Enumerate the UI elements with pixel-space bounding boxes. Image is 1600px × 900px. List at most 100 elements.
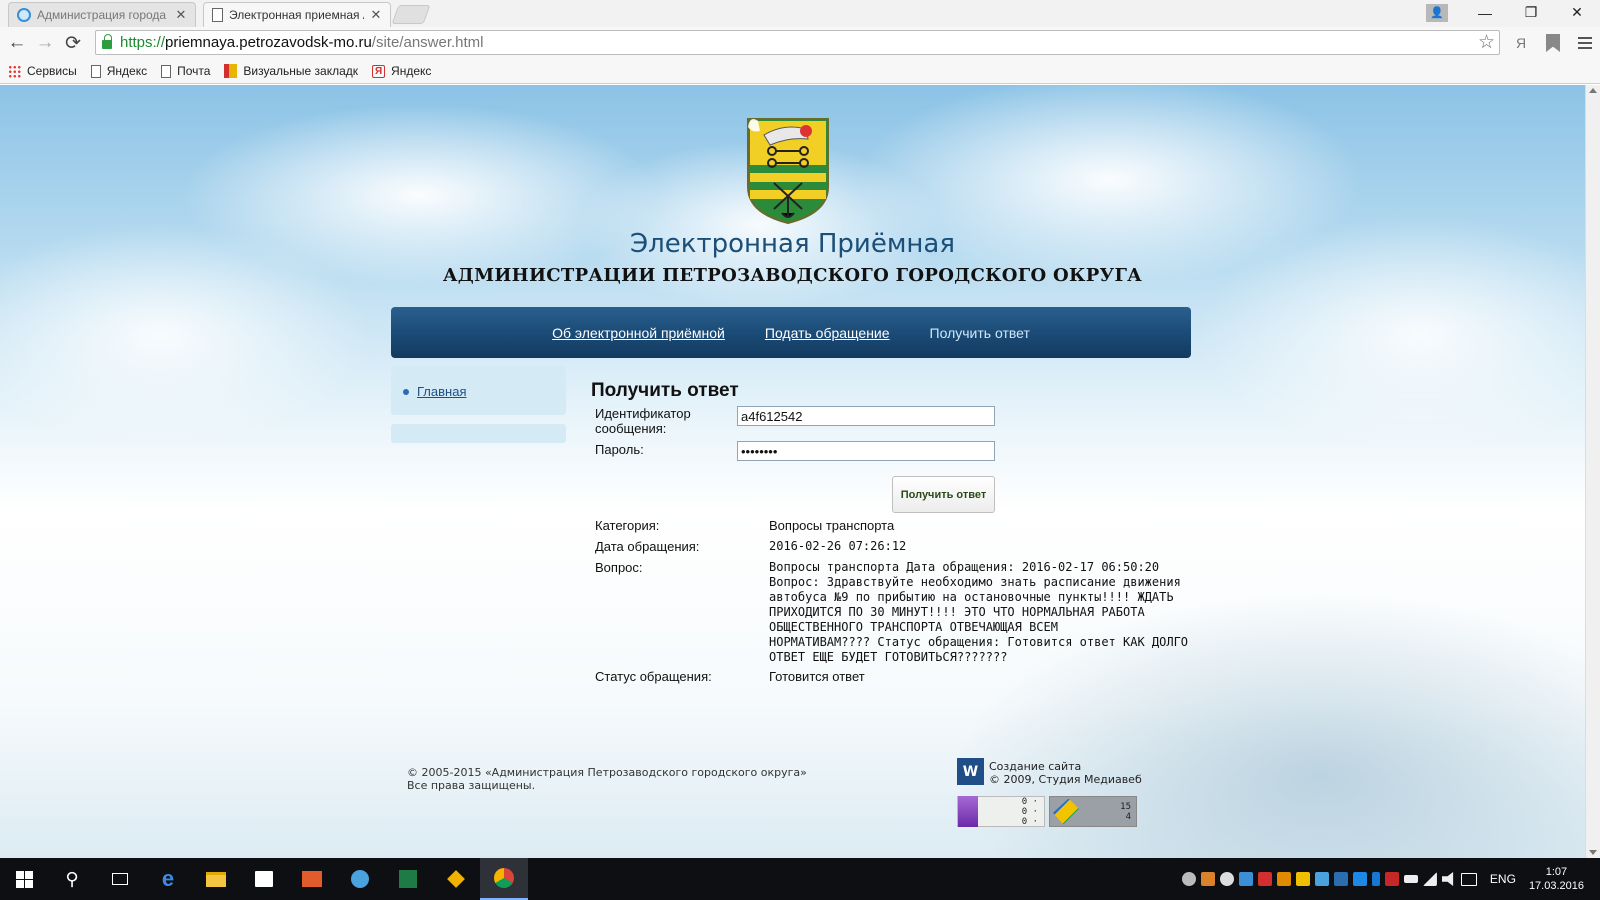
password-label: Пароль: <box>595 442 644 457</box>
scroll-up-icon[interactable] <box>1589 88 1597 93</box>
bookmarks-bar: Сервисы Яндекс Почта Визуальные закладк … <box>0 59 1600 84</box>
task-view-button[interactable] <box>96 858 144 900</box>
studio-credit: Создание сайта © 2009, Студия Медиавеб <box>989 760 1142 786</box>
browser-tab-active[interactable]: Электронная приемная А ✕ <box>203 2 391 27</box>
pen-icon <box>351 870 369 888</box>
battery-icon[interactable] <box>1403 875 1418 883</box>
bookmark-yandex-2[interactable]: Я Яндекс <box>372 64 431 78</box>
liveinternet-icon <box>1053 798 1079 825</box>
url-scheme: https:// <box>120 34 166 51</box>
vertical-scrollbar[interactable] <box>1585 85 1600 858</box>
page-title: Получить ответ <box>591 380 739 401</box>
nav-submit-link[interactable]: Подать обращение <box>765 325 890 341</box>
date-value: 2016-02-26 07:26:12 <box>769 539 907 553</box>
question-label: Вопрос: <box>595 560 643 575</box>
minimize-button[interactable]: — <box>1462 0 1508 25</box>
sidebar-box <box>391 424 566 443</box>
antivirus-icon[interactable] <box>1384 872 1399 886</box>
bullet-icon <box>403 388 409 395</box>
start-button[interactable] <box>0 858 48 900</box>
nav-get-answer-link[interactable]: Получить ответ <box>930 325 1030 341</box>
taskbar-app-red[interactable] <box>288 858 336 900</box>
close-tab-icon[interactable]: ✕ <box>175 7 187 23</box>
cloud-icon[interactable] <box>1219 872 1234 886</box>
bookmark-label: Яндекс <box>106 64 148 78</box>
category-label: Категория: <box>595 518 660 533</box>
taskbar-app-tools[interactable] <box>432 858 480 900</box>
page-icon <box>161 64 172 78</box>
bluetooth-icon[interactable] <box>1371 872 1380 886</box>
address-bar[interactable]: https:// priemnaya.petrozavodsk-mo.ru /s… <box>95 30 1500 55</box>
taskbar-explorer[interactable] <box>192 858 240 900</box>
visual-bookmarks-icon <box>224 64 238 78</box>
search-button[interactable]: ⚲ <box>48 858 96 900</box>
taskbar-app-pen[interactable] <box>336 858 384 900</box>
browser-tabstrip: Администрация города П ✕ Электронная при… <box>0 0 1600 27</box>
bookmark-label: Визуальные закладк <box>243 64 359 78</box>
bookmark-label: Почта <box>177 64 211 78</box>
nav-about-link[interactable]: Об электронной приёмной <box>552 325 725 341</box>
bookmark-visual[interactable]: Визуальные закладк <box>224 64 358 78</box>
liveinternet-counter[interactable]: 15 4 <box>1049 796 1137 827</box>
tab-title: Администрация города П <box>37 8 169 22</box>
studio-line: Создание сайта <box>989 760 1082 773</box>
snowflake-icon[interactable] <box>1352 872 1367 886</box>
back-button[interactable]: ← <box>3 29 31 57</box>
apps-icon <box>8 64 21 78</box>
scroll-down-icon[interactable] <box>1589 850 1597 855</box>
taskbar-chrome[interactable] <box>480 858 528 900</box>
new-tab-button[interactable] <box>391 5 431 24</box>
bookmark-services[interactable]: Сервисы <box>8 64 77 78</box>
taskbar-edge[interactable]: e <box>144 858 192 900</box>
profile-icon[interactable]: 👤 <box>1426 3 1448 22</box>
message-id-input[interactable] <box>737 406 995 426</box>
search-icon: ⚲ <box>65 868 79 889</box>
counter-digits: 15 4 <box>1120 801 1131 822</box>
bookmark-star-icon[interactable]: ☆ <box>1478 31 1495 54</box>
tools-icon <box>447 870 465 888</box>
action-center-icon[interactable] <box>1460 872 1477 886</box>
app-tray-icon-2[interactable] <box>1276 872 1291 886</box>
tools-tray-icon[interactable] <box>1295 872 1310 886</box>
yandex-metrika-counter[interactable]: 0 · 0 · 0 · <box>957 796 1045 827</box>
close-tab-icon[interactable]: ✕ <box>370 7 382 23</box>
bookmarks-button[interactable] <box>1538 30 1568 56</box>
sidebar-item-home[interactable]: Главная <box>403 384 466 399</box>
yandex-extension-icon[interactable]: Я <box>1506 30 1536 56</box>
input-language[interactable]: ENG <box>1490 872 1516 886</box>
menu-button[interactable] <box>1570 30 1600 56</box>
app-tray-icon-3[interactable] <box>1314 872 1329 886</box>
bookmark-yandex[interactable]: Яндекс <box>90 64 148 78</box>
yandex-icon: Я <box>372 64 386 78</box>
network-app-icon[interactable] <box>1238 872 1253 886</box>
metrika-icon <box>958 796 978 827</box>
page-icon <box>90 64 101 78</box>
url-path: /site/answer.html <box>371 34 484 51</box>
task-view-icon <box>112 873 128 885</box>
bookmark-mail[interactable]: Почта <box>161 64 210 78</box>
clock-tray-icon[interactable] <box>1181 872 1196 886</box>
app-tray-icon-4[interactable] <box>1333 872 1348 886</box>
taskbar-store[interactable] <box>240 858 288 900</box>
volume-icon[interactable] <box>1441 872 1454 886</box>
pdf-tray-icon[interactable] <box>1257 872 1272 886</box>
studio-logo-icon[interactable]: W <box>957 758 984 785</box>
password-input[interactable] <box>737 441 995 461</box>
clock[interactable]: 1:07 17.03.2016 <box>1529 865 1584 893</box>
windows-logo-icon <box>15 870 33 888</box>
close-window-button[interactable]: ✕ <box>1554 0 1600 25</box>
forward-button[interactable]: → <box>31 29 59 57</box>
get-answer-button[interactable]: Получить ответ <box>892 476 995 513</box>
window-controls: 👤 — ❐ ✕ <box>1426 0 1600 25</box>
chrome-icon <box>494 868 514 888</box>
status-value: Готовится ответ <box>769 669 865 684</box>
maximize-button[interactable]: ❐ <box>1508 0 1554 25</box>
app-tray-icon[interactable] <box>1200 872 1215 886</box>
spreadsheet-icon <box>399 870 417 888</box>
status-label: Статус обращения: <box>595 669 712 684</box>
taskbar-excel[interactable] <box>384 858 432 900</box>
bookmark-label: Яндекс <box>391 64 432 78</box>
browser-tab[interactable]: Администрация города П ✕ <box>8 2 196 27</box>
wifi-icon[interactable] <box>1422 872 1437 886</box>
reload-button[interactable]: ⟳ <box>59 29 87 57</box>
